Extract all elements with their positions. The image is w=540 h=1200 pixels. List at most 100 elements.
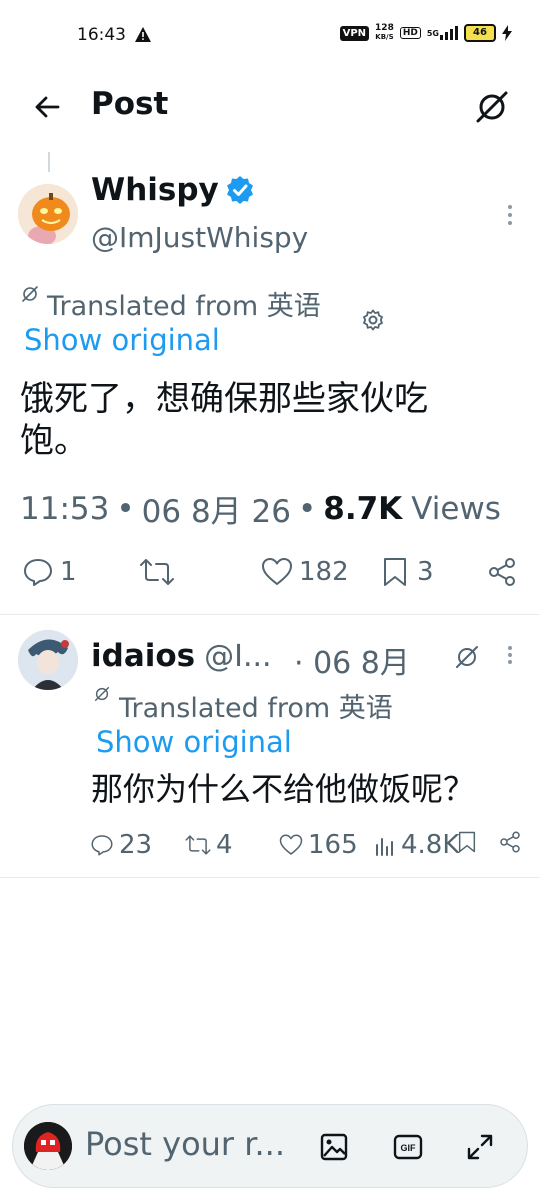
status-indicators: VPN 128 KB/S HD 5G 46	[339, 24, 512, 42]
bookmark-count: 3	[417, 557, 434, 587]
views-label[interactable]: Views	[411, 491, 501, 527]
divider	[0, 877, 540, 878]
display-name[interactable]: Whispy	[91, 172, 219, 208]
reply-translated-label: Translated from 英语	[119, 693, 393, 724]
reply-text: 那你为什么不给他做饭呢？	[91, 770, 476, 808]
reply-bookmark-button[interactable]	[456, 830, 478, 858]
bookmark-icon	[384, 558, 406, 586]
vpn-badge: VPN	[339, 25, 370, 41]
share-icon	[489, 558, 515, 586]
views-count[interactable]: 8.7K	[323, 491, 402, 527]
post-text-line-1: 饿死了，想确保那些家伙吃	[20, 379, 428, 419]
more-vertical-icon	[508, 205, 512, 225]
separator-dot: •	[116, 490, 135, 527]
reply-views-count: 4.8K	[401, 830, 460, 860]
translated-label: Translated from 英语	[47, 291, 321, 322]
reply-share-button[interactable]	[498, 830, 522, 858]
share-button[interactable]	[486, 556, 518, 592]
show-original-link[interactable]: Show original	[24, 323, 220, 357]
reply-more-button[interactable]	[500, 642, 520, 676]
composer-placeholder[interactable]: Post your r...	[85, 1125, 285, 1163]
grok-icon	[456, 646, 478, 668]
reply-views-button[interactable]: 4.8K	[374, 830, 459, 860]
grok-button[interactable]	[472, 87, 512, 131]
analytics-icon	[376, 838, 393, 856]
pumpkin-avatar-icon	[18, 184, 78, 244]
repost-icon	[140, 559, 174, 585]
reply-date[interactable]: · 06 8月	[294, 638, 410, 682]
verified-badge-icon	[226, 176, 253, 204]
grok-icon	[476, 91, 508, 123]
post-action-bar: 1 182 3	[0, 552, 540, 596]
reply-like-button[interactable]: 165	[278, 830, 358, 860]
handle[interactable]: @ImJustWhispy	[91, 221, 308, 254]
user-avatar-icon	[24, 1122, 72, 1170]
thread-line	[48, 152, 50, 172]
hd-badge: HD	[399, 27, 421, 39]
reply-action-bar: 23 4 165 4.8K	[0, 828, 540, 864]
like-count: 182	[299, 557, 349, 587]
reply-repost-button[interactable]: 4	[184, 830, 233, 860]
image-button[interactable]	[319, 1132, 349, 1166]
divider	[0, 614, 540, 615]
anime-avatar-icon	[18, 630, 78, 690]
post-meta: 11:53 • 06 8月 26 • 8.7K Views	[20, 486, 501, 531]
page-title: Post	[91, 86, 169, 122]
repost-button[interactable]	[138, 556, 176, 592]
reply-like-count: 165	[308, 830, 358, 860]
reply-count: 1	[60, 557, 77, 587]
reply-grok-button[interactable]	[453, 643, 481, 675]
composer-avatar	[24, 1122, 72, 1170]
gif-icon: GIF	[393, 1134, 423, 1160]
charging-icon	[502, 25, 512, 41]
post-text: 饿死了，想确保那些家伙吃 饱。	[20, 378, 428, 462]
status-bar: 16:43 VPN 128 KB/S HD 5G 46	[0, 0, 540, 70]
net-speed-unit: KB/S	[375, 33, 394, 41]
more-button[interactable]	[500, 201, 520, 235]
reply-icon	[24, 559, 52, 586]
heart-icon	[262, 558, 292, 585]
grok-small-icon	[93, 685, 111, 707]
translation-settings-button[interactable]	[361, 308, 385, 336]
reply-handle[interactable]: @I...	[204, 639, 271, 674]
status-time: 16:43	[77, 25, 126, 45]
grok-small-icon	[20, 284, 40, 308]
battery-icon: 46	[464, 24, 496, 42]
net-speed: 128 KB/S	[375, 24, 394, 42]
reply-show-original-link[interactable]: Show original	[96, 725, 292, 759]
post-author[interactable]: Whispy	[91, 172, 256, 208]
bookmark-icon	[458, 831, 476, 853]
post-text-line-2: 饱。	[20, 421, 88, 461]
reply-display-name[interactable]: idaios	[91, 638, 195, 674]
bookmark-button[interactable]: 3	[380, 556, 434, 588]
expand-button[interactable]	[465, 1132, 495, 1166]
avatar[interactable]	[18, 184, 78, 244]
reply-avatar[interactable]	[18, 630, 78, 690]
image-icon	[320, 1133, 348, 1161]
reply-reply-button[interactable]: 23	[90, 830, 152, 860]
heart-icon	[279, 834, 303, 855]
signal-icon: 5G	[427, 26, 458, 40]
share-icon	[500, 831, 520, 853]
gif-button[interactable]: GIF	[393, 1132, 423, 1166]
separator-dot: •	[297, 490, 317, 527]
more-vertical-icon	[508, 646, 512, 664]
repost-icon	[185, 835, 211, 855]
arrow-left-icon	[35, 96, 60, 118]
back-button[interactable]	[30, 90, 64, 128]
reply-icon	[91, 835, 113, 856]
warning-icon	[134, 26, 152, 47]
expand-icon	[467, 1134, 493, 1160]
svg-text:GIF: GIF	[401, 1143, 417, 1153]
post-time: 11:53	[20, 490, 110, 527]
reply-author[interactable]: idaios @I...	[91, 638, 272, 674]
like-button[interactable]: 182	[260, 556, 349, 588]
network-type: 5G	[426, 28, 439, 38]
reply-reply-count: 23	[119, 830, 153, 860]
net-speed-value: 128	[375, 23, 394, 33]
reply-composer[interactable]: Post your r... GIF	[12, 1104, 528, 1188]
post-date: 06 8月 26	[141, 494, 291, 530]
reply-repost-count: 4	[216, 830, 233, 860]
reply-button[interactable]: 1	[22, 556, 77, 588]
gear-icon	[363, 309, 383, 331]
